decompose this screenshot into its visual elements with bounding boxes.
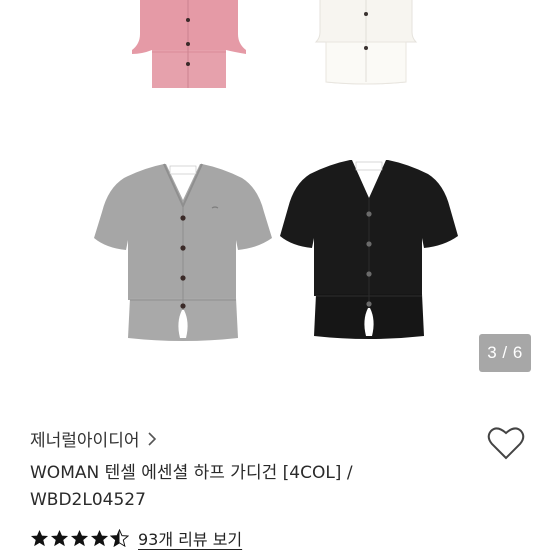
star-rating	[30, 528, 130, 548]
pink-cardigan-image	[132, 0, 246, 88]
product-title-line-1: WOMAN 텐셀 에센셜 하프 가디건 [4COL] /	[30, 463, 353, 483]
half-star-icon	[110, 528, 129, 547]
star-icon	[70, 529, 89, 546]
star-icon	[30, 529, 49, 546]
black-cardigan-image	[280, 160, 458, 339]
rating-row: 93개 리뷰 보기	[30, 526, 242, 550]
gray-cardigan-image	[94, 163, 272, 341]
star-icon	[50, 529, 69, 546]
product-title: WOMAN 텐셀 에센셜 하프 가디건 [4COL] / WBD2L04527	[30, 460, 470, 514]
image-page-counter: 3 / 6	[479, 334, 531, 372]
star-icon	[90, 529, 109, 546]
brand-link[interactable]: 제너럴아이디어	[30, 426, 157, 451]
brand-name: 제너럴아이디어	[30, 431, 140, 451]
review-link[interactable]: 93개 리뷰 보기	[138, 526, 242, 550]
chevron-right-icon	[148, 431, 157, 446]
product-image-gallery[interactable]: 3 / 6	[0, 0, 554, 392]
product-title-line-2: WBD2L04527	[30, 490, 146, 510]
white-cardigan-image	[314, 0, 418, 85]
heart-outline-icon[interactable]	[487, 425, 525, 461]
